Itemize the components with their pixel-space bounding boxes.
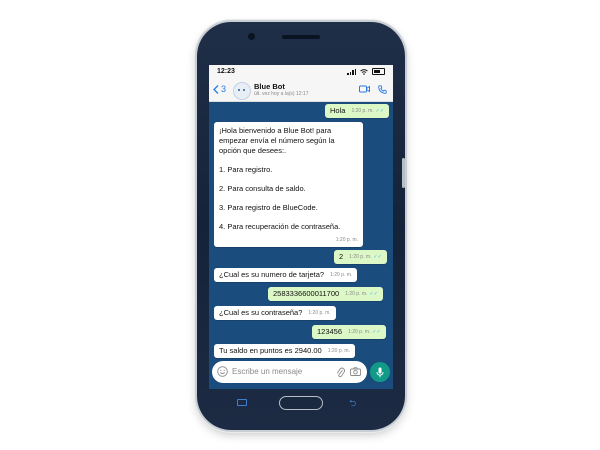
message-incoming[interactable]: Tu saldo en puntos es 2940.00 1:20 p. m.: [214, 344, 355, 358]
wifi-icon: [360, 68, 368, 75]
message-meta: 1:20 p. m.: [335, 237, 358, 243]
message-outgoing[interactable]: 2583336600011700 1:20 p. m. ✓✓: [268, 287, 383, 301]
status-bar: 12:23: [209, 65, 393, 79]
message-incoming[interactable]: ¿Cual es su numero de tarjeta? 1:20 p. m…: [214, 268, 358, 282]
message-incoming[interactable]: ¿Cual es su contraseña? 1:20 p. m.: [214, 306, 336, 320]
read-ticks-icon: ✓✓: [372, 329, 381, 335]
home-button[interactable]: [279, 396, 323, 410]
recent-apps-button[interactable]: [237, 399, 247, 406]
message-meta: 1:20 p. m. ✓✓: [351, 108, 385, 114]
stage: 12:23 3 Blue Bot últ. vez hoy a la(s) 12…: [0, 0, 600, 450]
back-button[interactable]: 3: [213, 84, 226, 94]
message-meta: 1:20 p. m. ✓✓: [345, 291, 378, 297]
message-incoming[interactable]: ¡Hola bienvenido a Blue Bot! para empeza…: [214, 122, 363, 247]
earpiece-speaker: [282, 35, 320, 39]
message-text: ¿Cual es su numero de tarjeta?: [219, 270, 325, 279]
message-line: 1. Para registro.: [219, 165, 273, 174]
read-ticks-icon: ✓✓: [375, 108, 385, 114]
signal-icon: [347, 68, 356, 75]
message-text: Hola: [330, 106, 346, 115]
hardware-navigation: ⮌: [197, 392, 405, 414]
chevron-left-icon: [213, 84, 219, 94]
microphone-button[interactable]: [370, 362, 390, 382]
message-text: 2583336600011700: [273, 289, 340, 298]
power-button[interactable]: [402, 158, 405, 188]
emoji-icon[interactable]: [217, 366, 228, 377]
status-icons: [347, 68, 385, 75]
message-outgoing[interactable]: 123456 1:20 p. m. ✓✓: [312, 325, 386, 339]
back-arrow-icon[interactable]: ⮌: [349, 399, 356, 408]
message-outgoing[interactable]: Hola 1:20 p. m. ✓✓: [325, 104, 390, 118]
message-meta: 1:20 p. m.: [308, 310, 331, 316]
message-line: 2. Para consulta de saldo.: [219, 184, 306, 193]
message-input[interactable]: Escribe un mensaje: [232, 367, 302, 376]
front-camera: [248, 33, 255, 40]
avatar[interactable]: [233, 82, 251, 100]
contact-status: últ. vez hoy a la(s) 12:17: [254, 91, 309, 97]
paperclip-icon[interactable]: [336, 366, 345, 378]
message-line: 3. Para registro de BlueCode.: [219, 203, 318, 212]
header-actions: [359, 85, 387, 94]
microphone-icon: [376, 367, 384, 377]
battery-icon: [372, 68, 385, 75]
back-count: 3: [221, 84, 227, 94]
message-text: ¡Hola bienvenido a Blue Bot! para empeza…: [219, 126, 358, 232]
message-meta: 1:20 p. m.: [330, 272, 353, 278]
message-text: Tu saldo en puntos es 2940.00: [219, 346, 322, 355]
message-line: 4. Para recuperación de contraseña.: [219, 222, 341, 231]
message-text: 123456: [317, 327, 343, 336]
read-ticks-icon: ✓✓: [373, 254, 382, 260]
video-call-icon[interactable]: [359, 85, 370, 93]
read-ticks-icon: ✓✓: [369, 291, 378, 297]
message-line: ¡Hola bienvenido a Blue Bot! para empeza…: [219, 126, 335, 155]
message-meta: 1:20 p. m.: [327, 348, 350, 354]
phone-screen: 12:23 3 Blue Bot últ. vez hoy a la(s) 12…: [209, 65, 393, 389]
message-meta: 1:20 p. m. ✓✓: [348, 329, 381, 335]
phone-call-icon[interactable]: [378, 85, 387, 94]
status-time: 12:23: [217, 68, 235, 75]
message-text: ¿Cual es su contraseña?: [219, 308, 303, 317]
contact-name[interactable]: Blue Bot: [254, 82, 285, 91]
chat-header: 3 Blue Bot últ. vez hoy a la(s) 12:17: [209, 79, 393, 102]
message-meta: 1:20 p. m. ✓✓: [349, 254, 382, 260]
camera-icon[interactable]: [350, 367, 361, 376]
message-text: 2: [339, 252, 344, 261]
message-input-bar[interactable]: Escribe un mensaje: [212, 361, 367, 383]
message-outgoing[interactable]: 2 1:20 p. m. ✓✓: [334, 250, 387, 264]
